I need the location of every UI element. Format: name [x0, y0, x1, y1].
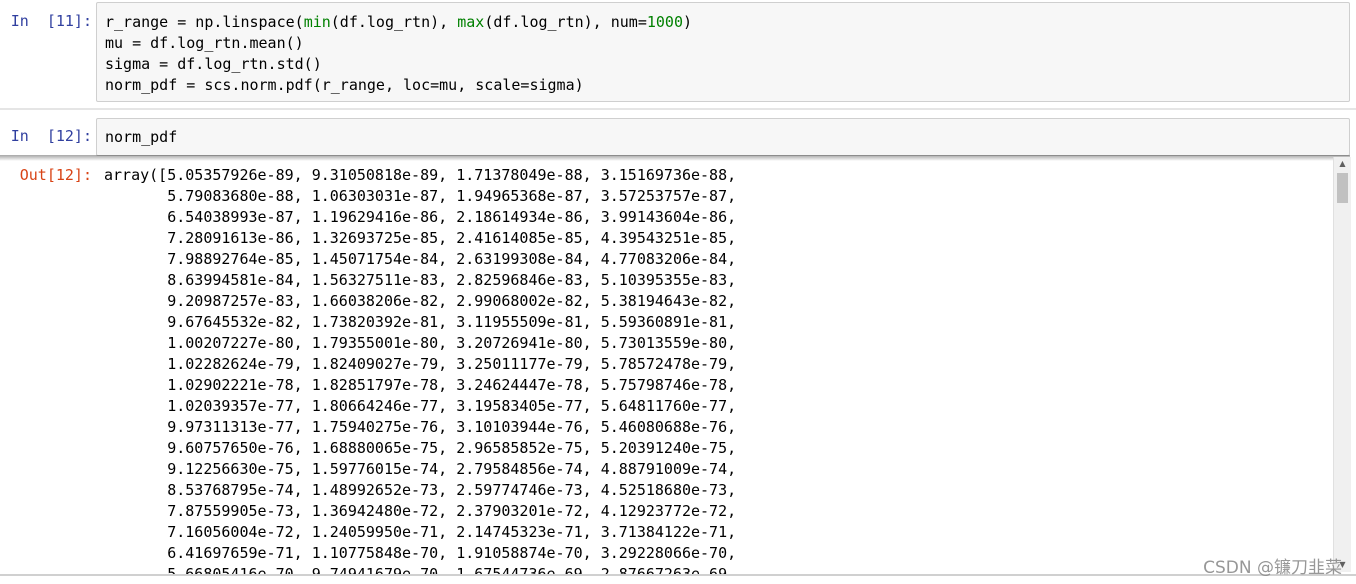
code-line: sigma = df.log_rtn.std(): [105, 55, 322, 73]
output-line: 9.20987257e-83, 1.66038206e-82, 2.990680…: [104, 292, 737, 310]
code-cell-12[interactable]: In [12]: norm_pdf: [0, 112, 1356, 156]
code-line: mu = df.log_rtn.mean(): [105, 34, 304, 52]
code-line: r_range = np.linspace(min(df.log_rtn), m…: [105, 13, 693, 31]
output-line: 1.02039357e-77, 1.80664246e-77, 3.195834…: [104, 397, 737, 415]
scroll-thumb[interactable]: [1337, 173, 1348, 203]
output-line: 9.12256630e-75, 1.59776015e-74, 2.795848…: [104, 460, 737, 478]
output-line: 7.98892764e-85, 1.45071754e-84, 2.631993…: [104, 250, 737, 268]
watermark: CSDN @镰刀韭菜: [1203, 558, 1342, 578]
output-shadow: [0, 155, 1350, 161]
output-line: 8.53768795e-74, 1.48992652e-73, 2.597747…: [104, 481, 737, 499]
output-line: 7.87559905e-73, 1.36942480e-72, 2.379032…: [104, 502, 737, 520]
input-prompt-12: In [12]:: [10, 127, 92, 145]
output-line: 6.41697659e-71, 1.10775848e-70, 1.910588…: [104, 544, 737, 562]
bottom-border: [0, 574, 1356, 584]
output-line: 1.00207227e-80, 1.79355001e-80, 3.207269…: [104, 334, 737, 352]
output-line: 6.54038993e-87, 1.19629416e-86, 2.186149…: [104, 208, 737, 226]
output-line: 1.02282624e-79, 1.82409027e-79, 3.250111…: [104, 355, 737, 373]
output-scrollbar[interactable]: ▲ ▼: [1333, 157, 1351, 572]
code-input-11[interactable]: r_range = np.linspace(min(df.log_rtn), m…: [96, 2, 1350, 102]
output-line: 7.28091613e-86, 1.32693725e-85, 2.416140…: [104, 229, 737, 247]
output-text: array([5.05357926e-89, 9.31050818e-89, 1…: [104, 165, 736, 584]
scroll-up-arrow-icon[interactable]: ▲: [1334, 157, 1351, 171]
cell-divider: [0, 108, 1356, 110]
code-line: norm_pdf = scs.norm.pdf(r_range, loc=mu,…: [105, 76, 584, 94]
input-prompt-11: In [11]:: [10, 12, 92, 30]
output-line: 1.02902221e-78, 1.82851797e-78, 3.246244…: [104, 376, 737, 394]
output-line: 8.63994581e-84, 1.56327511e-83, 2.825968…: [104, 271, 737, 289]
output-line: 7.16056004e-72, 1.24059950e-71, 2.147453…: [104, 523, 737, 541]
output-line: array([5.05357926e-89, 9.31050818e-89, 1…: [104, 166, 737, 184]
output-prompt-12: Out[12]:: [19, 166, 92, 184]
output-line: 9.97311313e-77, 1.75940275e-76, 3.101039…: [104, 418, 737, 436]
output-line: 9.60757650e-76, 1.68880065e-75, 2.965858…: [104, 439, 737, 457]
code-cell-11[interactable]: In [11]: r_range = np.linspace(min(df.lo…: [0, 0, 1356, 110]
notebook-page: In [11]: r_range = np.linspace(min(df.lo…: [0, 0, 1356, 584]
output-line: 5.79083680e-88, 1.06303031e-87, 1.949653…: [104, 187, 737, 205]
output-area[interactable]: Out[12]: array([5.05357926e-89, 9.310508…: [0, 156, 1356, 584]
output-line: 9.67645532e-82, 1.73820392e-81, 3.119555…: [104, 313, 737, 331]
code-line: norm_pdf: [105, 128, 178, 146]
code-input-12[interactable]: norm_pdf: [96, 118, 1350, 156]
